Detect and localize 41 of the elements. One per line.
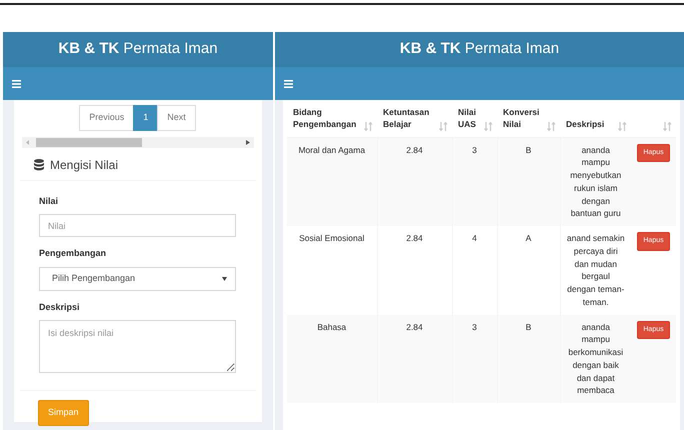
- sort-icon[interactable]: [618, 122, 627, 131]
- horizontal-scrollbar[interactable]: [22, 136, 254, 148]
- table-cell: B: [497, 314, 560, 404]
- table-cell: Moral dan Agama: [287, 137, 377, 226]
- table-cell: 2.84: [377, 314, 452, 404]
- text-field[interactable]: Nilai: [39, 214, 236, 237]
- menu-icon[interactable]: [12, 80, 21, 88]
- caret-icon: [222, 276, 227, 280]
- field-label: Pengembangan: [39, 247, 108, 260]
- box-title: Mengisi Nilai: [50, 156, 118, 174]
- table-cell: B: [497, 137, 560, 226]
- menu-icon[interactable]: [284, 80, 293, 88]
- table-cell: ananda mampu berkomunikasi dengan baik dan dapat membaca: [560, 314, 631, 404]
- pagination-link[interactable]: Next: [157, 105, 196, 130]
- sort-icon[interactable]: [439, 122, 448, 131]
- table-cell: 2.84: [377, 137, 452, 226]
- sort-icon[interactable]: [547, 122, 556, 131]
- textarea-field[interactable]: Isi deskripsi nilai: [39, 320, 236, 373]
- sort-icon[interactable]: [484, 122, 493, 131]
- scroll-right-icon[interactable]: [246, 140, 250, 144]
- field-label: Nilai: [39, 194, 60, 208]
- field-label: Deskripsi: [39, 300, 81, 314]
- header-title: KB & TK Permata Iman: [58, 39, 218, 60]
- table-cell: ananda mampu menyebutkan rukun islam dengan bantuan guru: [560, 137, 631, 226]
- column-header[interactable]: Ketuntasan Belajar: [383, 106, 437, 131]
- database-icon: [34, 158, 44, 170]
- table-cell: Sosial Emosional: [287, 226, 377, 315]
- header-title: KB & TK Permata Iman: [400, 39, 560, 60]
- column-header[interactable]: Nilai UAS: [458, 106, 482, 131]
- column-header[interactable]: Deskripsi: [566, 118, 604, 131]
- pagination-link[interactable]: 1: [133, 105, 158, 130]
- column-header[interactable]: Konversi Nilai: [503, 106, 545, 131]
- table-cell: 3: [452, 137, 497, 226]
- table-cell: Bahasa: [287, 314, 377, 404]
- table-cell: 3: [452, 314, 497, 404]
- sort-icon[interactable]: [663, 122, 672, 131]
- scroll-left-icon[interactable]: [26, 140, 29, 144]
- sort-icon[interactable]: [364, 122, 373, 131]
- select-field[interactable]: Pilih Pengembangan: [39, 266, 236, 290]
- column-header[interactable]: Bidang Pengembangan: [293, 106, 362, 131]
- pagination-link[interactable]: Previous: [79, 105, 134, 130]
